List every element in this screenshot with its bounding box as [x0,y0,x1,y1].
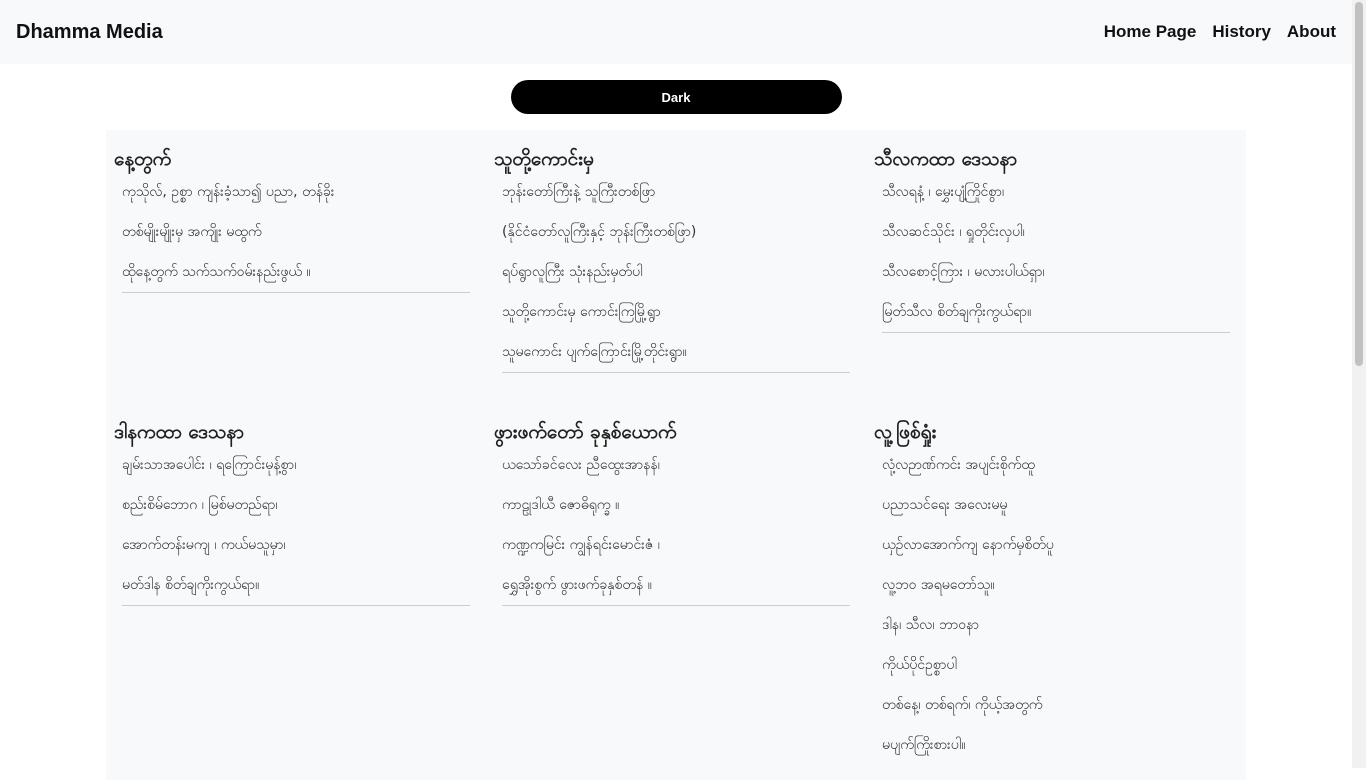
nav-link-history[interactable]: History [1212,22,1271,42]
nav-link-about[interactable]: About [1287,22,1336,42]
theme-toggle-wrap: Dark [0,80,1352,114]
poem-line[interactable]: မပျက်ကြိုးစားပါ။ [874,731,1246,771]
poem-line[interactable]: သီလဆင်သိုင်း ၊ ရှုတိုင်းလှပါ၊ [874,218,1246,258]
poem-line[interactable]: အောက်တန်းမကျ ၊ ကယ်မသူမှာ၊ [114,531,486,571]
poem-line[interactable]: လုံ့လဉာဏ်ကင်း အပျင်းစိုက်ထူ [874,451,1246,491]
top-navbar: Dhamma Media Home Page History About [0,0,1352,64]
section-poem: နေ့တွက် ကုသိုလ်, ဥစ္စာ ကျန်းခံ့သာ၍ ပညာ, … [114,144,486,293]
section-poem: လူ့ဖြစ်ရှုံး လုံ့လဉာဏ်ကင်း အပျင်းစိုက်ထူ… [874,417,1246,771]
page-scrollbar[interactable] [1352,0,1366,768]
poem-line[interactable]: သီလရနံ့ ၊ မွှေးပျံ့ကြိုင်စွာ၊ [874,178,1246,218]
section-title: နေ့တွက် [114,148,172,170]
poem-line[interactable]: ဘုန်းတော်ကြီးနဲ့ သူကြီးတစ်ဖြာ [494,178,866,218]
poem-line[interactable]: ပညာသင်ရေး အလေးမမူ [874,491,1246,531]
section-divider [122,292,470,293]
section-divider [122,605,470,606]
section-title: သူတို့ကောင်းမှ [494,148,594,170]
section-divider [502,605,850,606]
dark-mode-button[interactable]: Dark [510,80,842,114]
poem-line[interactable]: တစ်မျိုးမျိုးမှ အကျိုး မထွက် [114,218,486,258]
poem-line[interactable]: ကဏ္ဍကမြင်း ကျွန်ရင်းမောင်းဇံ ၊ [494,531,866,571]
poem-line[interactable]: ချမ်းသာအပေါင်း ၊ ရကြောင်းမုန့်စွာ၊ [114,451,486,491]
poem-line[interactable]: (နိုင်ငံတော်လူကြီးနှင့် ဘုန်းကြီးတစ်ဖြာ) [494,218,866,258]
section-poem: သီလကထာ ဒေသနာ သီလရနံ့ ၊ မွှေးပျံ့ကြိုင်စွ… [874,144,1246,333]
section-poem: သူတို့ကောင်းမှ ဘုန်းတော်ကြီးနဲ့ သူကြီးတစ… [494,144,866,373]
section-poem: ဖွားဖက်တော် ခုနှစ်ယောက် ယသော်ခင်လေး ညီထွ… [494,417,866,606]
nav-links: Home Page History About [1104,22,1336,42]
poem-line[interactable]: သီလစောင့်ကြား ၊ မလားပါယ်ရှာ၊ [874,258,1246,298]
section-title: ဖွားဖက်တော် ခုနှစ်ယောက် [494,421,677,443]
poem-line[interactable]: ယသော်ခင်လေး ညီထွေးအာနန်၊ [494,451,866,491]
poems-grid: နေ့တွက် ကုသိုလ်, ဥစ္စာ ကျန်းခံ့သာ၍ ပညာ, … [106,130,1246,780]
poem-line[interactable]: ကုသိုလ်, ဥစ္စာ ကျန်းခံ့သာ၍ ပညာ, တန်ခိုး [114,178,486,218]
section-title: ဒါနကထာ ဒေသနာ [114,421,244,443]
section-title: သီလကထာ ဒေသနာ [874,148,1018,170]
poem-line[interactable]: တစ်နေ့၊ တစ်ရက်၊ ကိုယ့်အတွက် [874,691,1246,731]
poem-line[interactable]: သူတို့ကောင်းမှ ကောင်းကြမြို့ရွာ [494,298,866,338]
brand-logo[interactable]: Dhamma Media [16,21,163,44]
poem-line[interactable]: ကာဠုဒါယီ ဇောဓိရုက္ခ ။ [494,491,866,531]
poem-line[interactable]: လူ့ဘဝ အရမတော်သူ။ [874,571,1246,611]
section-divider [502,372,850,373]
poem-line[interactable]: ရပ်ရွာလူကြီး သုံးနည်းမှတ်ပါ [494,258,866,298]
section-title: လူ့ဖြစ်ရှုံး [874,421,937,443]
poem-line[interactable]: ကိုယ်ပိုင်ဥစ္စာပါ [874,651,1246,691]
poem-line[interactable]: ဒါန၊ သီလ၊ ဘာဝနာ [874,611,1246,651]
scrollbar-thumb[interactable] [1355,2,1363,366]
section-poem: ဒါနကထာ ဒေသနာ ချမ်းသာအပေါင်း ၊ ရကြောင်းမု… [114,417,486,606]
poem-line[interactable]: စည်းစိမ်ဘောဂ ၊ မြစ်မတည်ရာ၊ [114,491,486,531]
nav-link-home[interactable]: Home Page [1104,22,1197,42]
section-divider [882,332,1230,333]
poem-line[interactable]: ယှဉ်လာအောက်ကျ နောက်မှစိတ်ပူ [874,531,1246,571]
